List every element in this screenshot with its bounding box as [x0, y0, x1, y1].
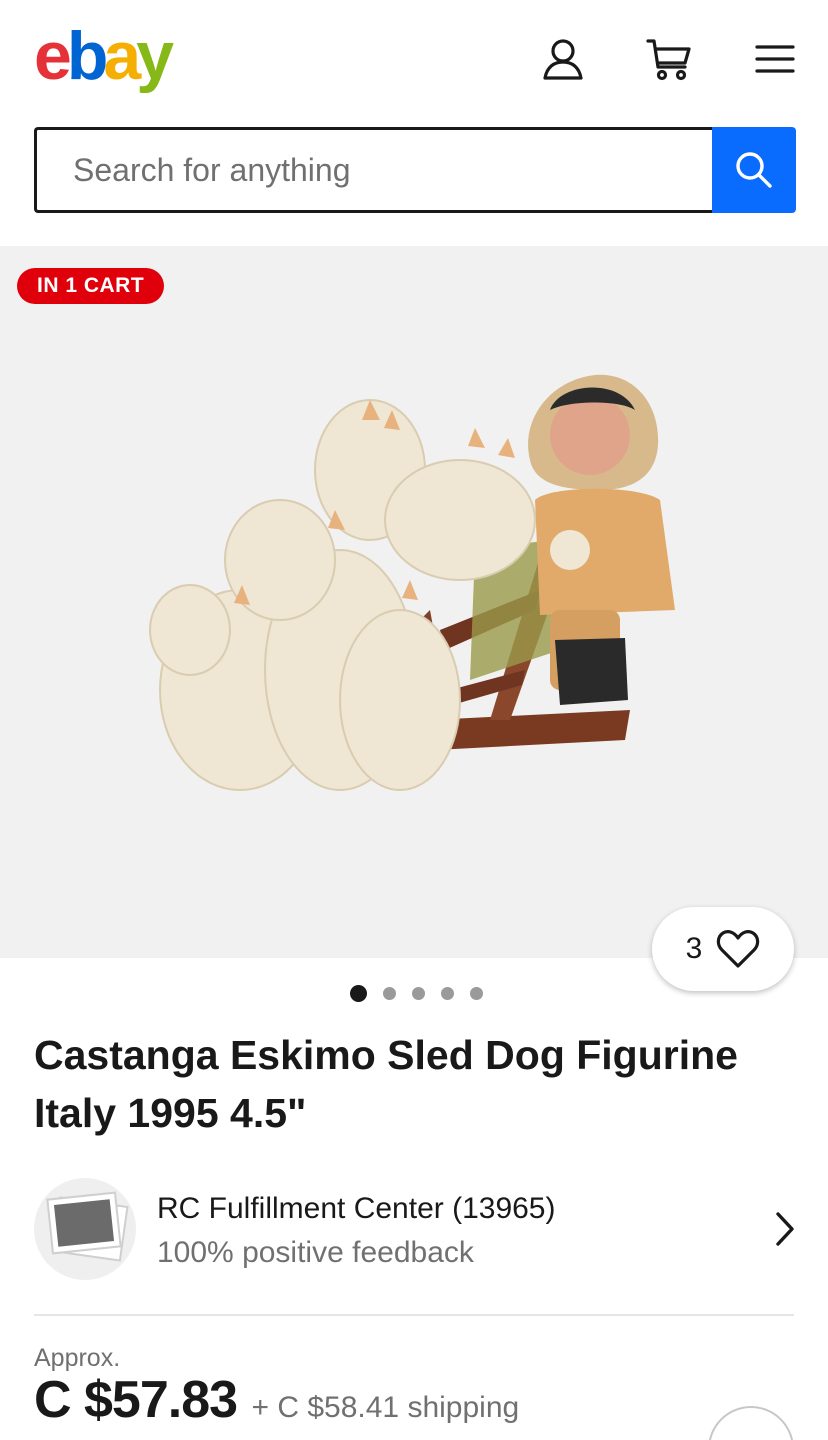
search-icon [736, 152, 772, 188]
search-bar [34, 127, 796, 213]
header: ebay [0, 0, 828, 120]
item-title: Castanga Eskimo Sled Dog Figurine Italy … [34, 1032, 738, 1136]
logo-letter-b: b [66, 18, 108, 94]
pagination-dot[interactable] [440, 987, 454, 1000]
search-button[interactable] [712, 127, 796, 213]
item-price: C $57.83 [34, 1371, 238, 1429]
pagination-dot[interactable] [382, 987, 396, 1000]
logo-letter-e: e [34, 18, 72, 94]
eskimo-figure [528, 374, 675, 705]
pagination-dot-active[interactable] [349, 985, 367, 1002]
price-row: C $57.83 + C $58.41 shipping [34, 1370, 519, 1430]
seller-feedback: 100% positive feedback [157, 1236, 474, 1269]
product-image[interactable] [130, 360, 690, 820]
search-input[interactable] [34, 127, 712, 213]
in-cart-badge: IN 1 CART [17, 268, 165, 304]
cart-icon[interactable] [644, 34, 694, 84]
chevron-right-icon[interactable] [774, 1210, 796, 1248]
seller-avatar [34, 1178, 136, 1280]
seller-name[interactable]: RC Fulfillment Center (13965) [157, 1192, 555, 1226]
heart-icon [717, 930, 760, 968]
menu-icon[interactable] [750, 34, 800, 84]
logo-letter-y: y [136, 18, 174, 94]
watch-count: 3 [685, 932, 703, 965]
approx-label: Approx. [34, 1344, 121, 1372]
watch-button[interactable]: 3 [652, 907, 794, 991]
ebay-logo[interactable]: ebay [34, 18, 174, 94]
logo-letter-a: a [103, 18, 141, 94]
shipping-cost: + C $58.41 shipping [251, 1391, 520, 1424]
seller-info[interactable]: RC Fulfillment Center (13965) 100% posit… [34, 1178, 796, 1282]
account-icon[interactable] [538, 34, 588, 84]
info-button[interactable] [708, 1406, 794, 1440]
pagination-dot[interactable] [469, 987, 483, 1000]
pagination-dot[interactable] [411, 987, 425, 1000]
item-page: ebay Search for anything IN 1 CART 3 Cas… [0, 0, 828, 1440]
image-pagination [0, 985, 828, 1002]
divider [34, 1314, 794, 1316]
